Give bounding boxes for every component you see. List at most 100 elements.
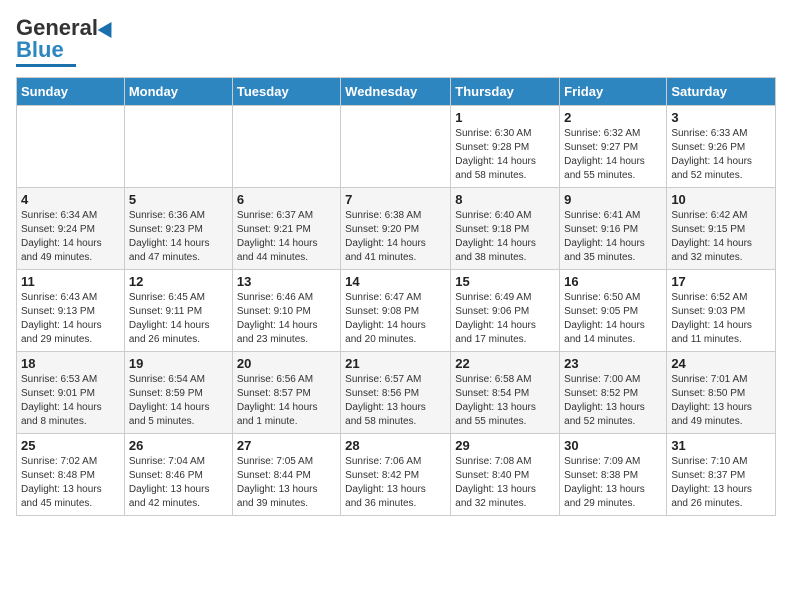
day-number: 26 — [129, 438, 228, 453]
week-row-3: 11 Sunrise: 6:43 AMSunset: 9:13 PMDayligh… — [17, 270, 776, 352]
day-info: Sunrise: 7:01 AMSunset: 8:50 PMDaylight:… — [671, 373, 771, 429]
day-number: 1 — [455, 110, 555, 125]
week-row-4: 18Sunrise: 6:53 AMSunset: 9:01 PMDayligh… — [17, 352, 776, 434]
day-info: Sunrise: 7:00 AMSunset: 8:52 PMDaylight:… — [564, 373, 662, 429]
calendar-cell: 20 Sunrise: 6:56 AMSunset: 8:57 PMDayligh… — [232, 352, 340, 434]
day-info: Sunrise: 6:54 AMSunset: 8:59 PMDaylight:… — [129, 373, 228, 429]
calendar-cell: 23 Sunrise: 7:00 AMSunset: 8:52 PMDayligh… — [560, 352, 667, 434]
calendar-cell: 5 Sunrise: 6:36 AMSunset: 9:23 PMDaylight… — [124, 188, 232, 270]
day-info: Sunrise: 7:10 AMSunset: 8:37 PMDaylight:… — [671, 455, 771, 511]
day-info: Sunrise: 6:56 AMSunset: 8:57 PMDaylight:… — [237, 373, 336, 429]
calendar-cell: 17Sunrise: 6:52 AMSunset: 9:03 PMDayligh… — [667, 270, 776, 352]
page-header: General Blue — [16, 16, 776, 67]
calendar-cell: 2 Sunrise: 6:32 AMSunset: 9:27 PMDaylight… — [560, 106, 667, 188]
day-number: 13 — [237, 274, 336, 289]
day-number: 7 — [345, 192, 446, 207]
day-number: 10 — [671, 192, 771, 207]
day-number: 25 — [21, 438, 120, 453]
calendar-cell: 25 Sunrise: 7:02 AMSunset: 8:48 PMDayligh… — [17, 434, 125, 516]
day-info: Sunrise: 6:41 AMSunset: 9:16 PMDaylight:… — [564, 209, 662, 265]
day-info: Sunrise: 6:47 AMSunset: 9:08 PMDaylight:… — [345, 291, 446, 347]
day-number: 30 — [564, 438, 662, 453]
day-info: Sunrise: 6:32 AMSunset: 9:27 PMDaylight:… — [564, 127, 662, 183]
day-number: 3 — [671, 110, 771, 125]
day-info: Sunrise: 7:04 AMSunset: 8:46 PMDaylight:… — [129, 455, 228, 511]
col-header-sunday: Sunday — [17, 78, 125, 106]
calendar-cell — [232, 106, 340, 188]
day-number: 16 — [564, 274, 662, 289]
calendar-cell: 26 Sunrise: 7:04 AMSunset: 8:46 PMDayligh… — [124, 434, 232, 516]
day-info: Sunrise: 7:06 AMSunset: 8:42 PMDaylight:… — [345, 455, 446, 511]
day-number: 20 — [237, 356, 336, 371]
day-number: 22 — [455, 356, 555, 371]
day-number: 11 — [21, 274, 120, 289]
day-info: Sunrise: 6:49 AMSunset: 9:06 PMDaylight:… — [455, 291, 555, 347]
calendar-cell: 9Sunrise: 6:41 AMSunset: 9:16 PMDaylight… — [560, 188, 667, 270]
calendar-cell: 11 Sunrise: 6:43 AMSunset: 9:13 PMDayligh… — [17, 270, 125, 352]
day-info: Sunrise: 6:38 AMSunset: 9:20 PMDaylight:… — [345, 209, 446, 265]
day-info: Sunrise: 6:34 AMSunset: 9:24 PMDaylight:… — [21, 209, 120, 265]
day-info: Sunrise: 6:50 AMSunset: 9:05 PMDaylight:… — [564, 291, 662, 347]
calendar-cell: 15 Sunrise: 6:49 AMSunset: 9:06 PMDayligh… — [451, 270, 560, 352]
calendar-cell: 22 Sunrise: 6:58 AMSunset: 8:54 PMDayligh… — [451, 352, 560, 434]
day-info: Sunrise: 6:46 AMSunset: 9:10 PMDaylight:… — [237, 291, 336, 347]
calendar-cell: 18Sunrise: 6:53 AMSunset: 9:01 PMDayligh… — [17, 352, 125, 434]
calendar-cell — [341, 106, 451, 188]
calendar-cell: 31Sunrise: 7:10 AMSunset: 8:37 PMDayligh… — [667, 434, 776, 516]
day-number: 4 — [21, 192, 120, 207]
day-info: Sunrise: 7:02 AMSunset: 8:48 PMDaylight:… — [21, 455, 120, 511]
calendar-cell: 3Sunrise: 6:33 AMSunset: 9:26 PMDaylight… — [667, 106, 776, 188]
calendar-cell: 16 Sunrise: 6:50 AMSunset: 9:05 PMDayligh… — [560, 270, 667, 352]
calendar-header-row: SundayMondayTuesdayWednesdayThursdayFrid… — [17, 78, 776, 106]
col-header-saturday: Saturday — [667, 78, 776, 106]
day-number: 29 — [455, 438, 555, 453]
col-header-wednesday: Wednesday — [341, 78, 451, 106]
col-header-friday: Friday — [560, 78, 667, 106]
calendar-cell: 29 Sunrise: 7:08 AMSunset: 8:40 PMDayligh… — [451, 434, 560, 516]
col-header-monday: Monday — [124, 78, 232, 106]
calendar-cell: 19 Sunrise: 6:54 AMSunset: 8:59 PMDayligh… — [124, 352, 232, 434]
calendar-cell — [124, 106, 232, 188]
day-info: Sunrise: 7:05 AMSunset: 8:44 PMDaylight:… — [237, 455, 336, 511]
week-row-5: 25 Sunrise: 7:02 AMSunset: 8:48 PMDayligh… — [17, 434, 776, 516]
col-header-thursday: Thursday — [451, 78, 560, 106]
day-number: 19 — [129, 356, 228, 371]
day-number: 6 — [237, 192, 336, 207]
day-info: Sunrise: 6:58 AMSunset: 8:54 PMDaylight:… — [455, 373, 555, 429]
day-number: 15 — [455, 274, 555, 289]
day-info: Sunrise: 6:30 AMSunset: 9:28 PMDaylight:… — [455, 127, 555, 183]
calendar-cell: 13 Sunrise: 6:46 AMSunset: 9:10 PMDayligh… — [232, 270, 340, 352]
calendar-cell: 8Sunrise: 6:40 AMSunset: 9:18 PMDaylight… — [451, 188, 560, 270]
calendar-cell: 6 Sunrise: 6:37 AMSunset: 9:21 PMDaylight… — [232, 188, 340, 270]
day-info: Sunrise: 6:37 AMSunset: 9:21 PMDaylight:… — [237, 209, 336, 265]
col-header-tuesday: Tuesday — [232, 78, 340, 106]
week-row-2: 4 Sunrise: 6:34 AMSunset: 9:24 PMDaylight… — [17, 188, 776, 270]
day-info: Sunrise: 7:08 AMSunset: 8:40 PMDaylight:… — [455, 455, 555, 511]
week-row-1: 1 Sunrise: 6:30 AMSunset: 9:28 PMDaylight… — [17, 106, 776, 188]
calendar-cell: 24 Sunrise: 7:01 AMSunset: 8:50 PMDayligh… — [667, 352, 776, 434]
calendar-cell: 14Sunrise: 6:47 AMSunset: 9:08 PMDayligh… — [341, 270, 451, 352]
day-number: 24 — [671, 356, 771, 371]
calendar-cell: 4 Sunrise: 6:34 AMSunset: 9:24 PMDaylight… — [17, 188, 125, 270]
day-number: 23 — [564, 356, 662, 371]
day-info: Sunrise: 6:45 AMSunset: 9:11 PMDaylight:… — [129, 291, 228, 347]
day-number: 18 — [21, 356, 120, 371]
day-info: Sunrise: 6:36 AMSunset: 9:23 PMDaylight:… — [129, 209, 228, 265]
calendar-cell — [17, 106, 125, 188]
calendar-cell: 21Sunrise: 6:57 AMSunset: 8:56 PMDayligh… — [341, 352, 451, 434]
logo: General Blue — [16, 16, 116, 67]
day-info: Sunrise: 7:09 AMSunset: 8:38 PMDaylight:… — [564, 455, 662, 511]
calendar-cell: 27Sunrise: 7:05 AMSunset: 8:44 PMDayligh… — [232, 434, 340, 516]
day-info: Sunrise: 6:43 AMSunset: 9:13 PMDaylight:… — [21, 291, 120, 347]
day-number: 21 — [345, 356, 446, 371]
calendar-cell: 30 Sunrise: 7:09 AMSunset: 8:38 PMDayligh… — [560, 434, 667, 516]
logo-blue-text: Blue — [16, 38, 64, 62]
logo-line — [16, 64, 76, 67]
day-number: 2 — [564, 110, 662, 125]
day-number: 28 — [345, 438, 446, 453]
day-number: 5 — [129, 192, 228, 207]
calendar-cell: 7 Sunrise: 6:38 AMSunset: 9:20 PMDaylight… — [341, 188, 451, 270]
calendar-cell: 28 Sunrise: 7:06 AMSunset: 8:42 PMDayligh… — [341, 434, 451, 516]
calendar-cell: 1 Sunrise: 6:30 AMSunset: 9:28 PMDaylight… — [451, 106, 560, 188]
calendar-cell: 12Sunrise: 6:45 AMSunset: 9:11 PMDayligh… — [124, 270, 232, 352]
